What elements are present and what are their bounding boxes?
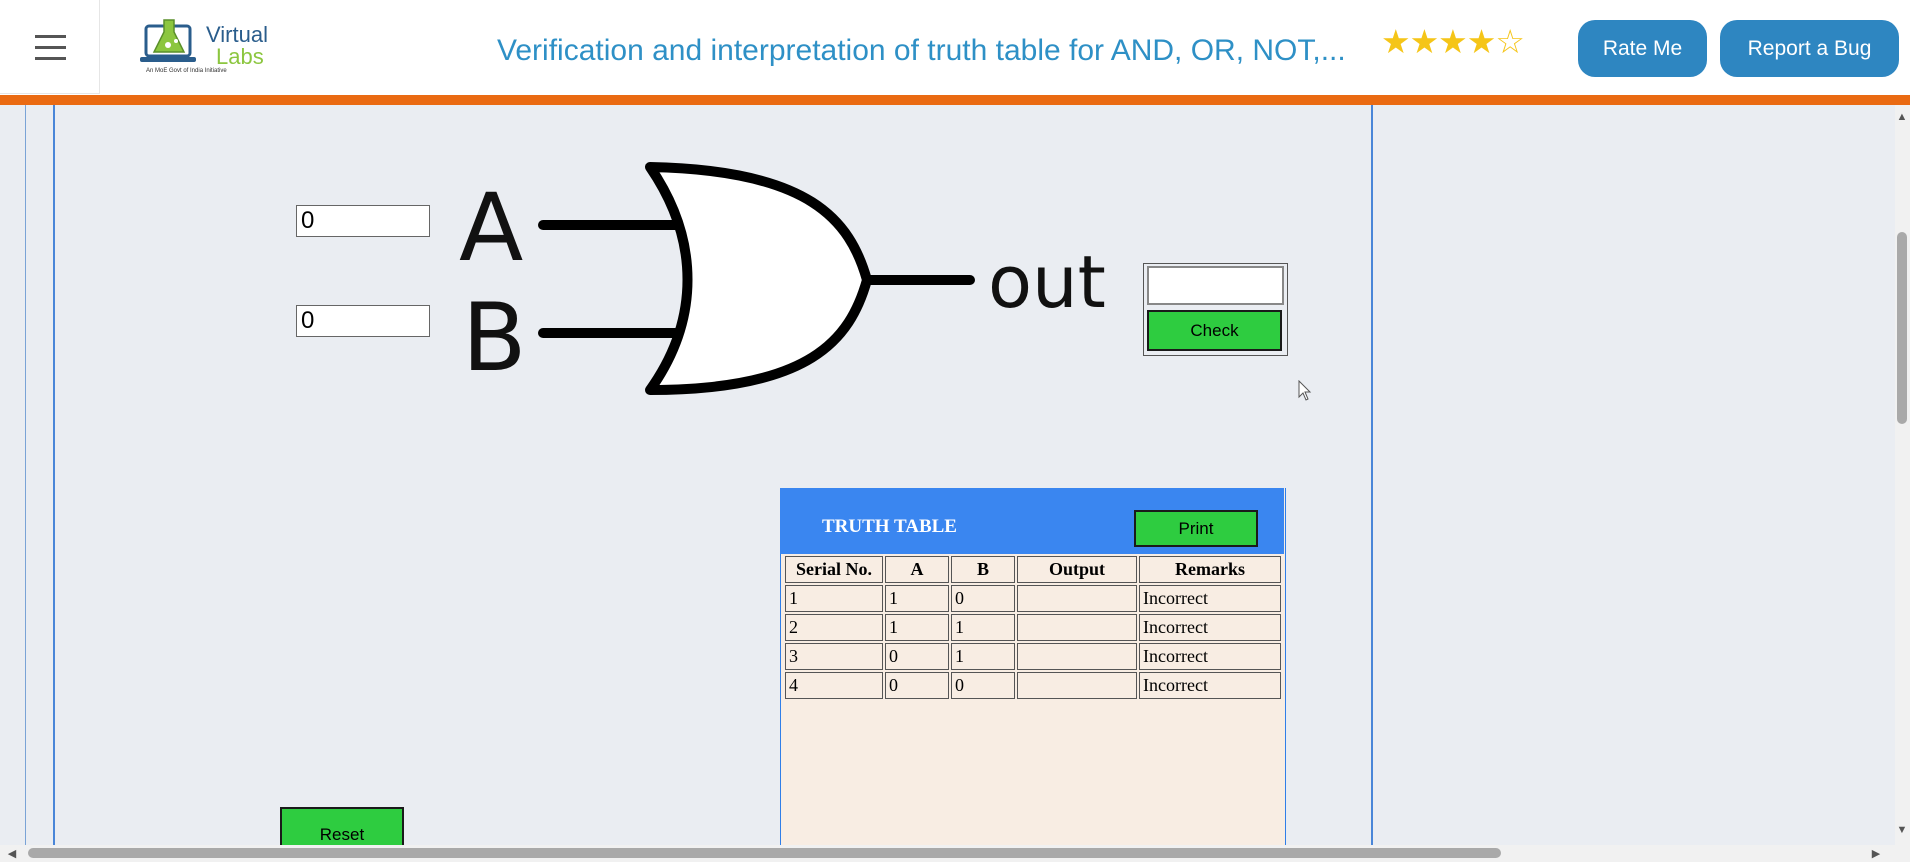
vertical-scroll-thumb[interactable] [1897,232,1907,424]
cell-remarks: Incorrect [1139,614,1281,641]
col-a: A [885,556,949,583]
logo-text-labs: Labs [216,44,264,69]
cell-a: 1 [885,585,949,612]
horizontal-scroll-thumb[interactable] [28,848,1501,858]
cell-b: 1 [951,614,1015,641]
cell-a: 0 [885,643,949,670]
cell-a: 1 [885,614,949,641]
or-gate-diagram: A B out [459,162,1106,395]
cell-serial: 3 [785,643,883,670]
print-button[interactable]: Print [1134,510,1258,547]
gate-label-a: A [459,174,523,283]
empty-star-icon: ☆ [1495,23,1525,60]
cell-output [1017,672,1137,699]
report-bug-button[interactable]: Report a Bug [1720,20,1899,77]
rate-me-button[interactable]: Rate Me [1578,20,1707,77]
cell-remarks: Incorrect [1139,585,1281,612]
table-row: 2 1 1 Incorrect [785,614,1281,641]
scroll-left-arrow-icon[interactable]: ◀ [6,847,18,860]
cell-remarks: Incorrect [1139,672,1281,699]
reset-button[interactable]: Reset [280,807,404,847]
vertical-scrollbar[interactable] [1895,105,1910,845]
cell-serial: 1 [785,585,883,612]
check-button[interactable]: Check [1147,310,1282,351]
col-b: B [951,556,1015,583]
cell-remarks: Incorrect [1139,643,1281,670]
cell-serial: 2 [785,614,883,641]
cell-output [1017,643,1137,670]
scroll-up-arrow-icon[interactable]: ▲ [1896,111,1908,123]
truth-table: Serial No. A B Output Remarks 1 1 0 Inco… [783,554,1283,701]
gate-label-b: B [462,284,527,393]
rating-stars[interactable]: ★★★★☆ [1381,22,1525,61]
col-serial-no: Serial No. [785,556,883,583]
cell-b: 1 [951,643,1015,670]
cell-b: 0 [951,672,1015,699]
cell-output [1017,614,1137,641]
cell-output [1017,585,1137,612]
frame-border [25,105,26,845]
table-row: 4 0 0 Incorrect [785,672,1281,699]
input-b-field[interactable]: 0 [296,305,430,337]
input-a-field[interactable]: 0 [296,205,430,237]
virtual-labs-logo[interactable]: Virtual Labs An MoE Govt of India Initia… [136,14,268,80]
output-field[interactable] [1147,266,1284,305]
col-remarks: Remarks [1139,556,1281,583]
table-row: 1 1 0 Incorrect [785,585,1281,612]
or-gate-icon [645,162,872,395]
page-title: Verification and interpretation of truth… [497,34,1346,67]
mouse-cursor-icon [1298,380,1312,401]
truth-table-title: TRUTH TABLE [822,516,957,537]
table-header-row: Serial No. A B Output Remarks [785,556,1281,583]
scroll-right-arrow-icon[interactable]: ▶ [1870,847,1882,860]
col-output: Output [1017,556,1137,583]
flask-logo-icon [140,19,196,62]
logo-tagline: An MoE Govt of India Initiative [146,68,227,74]
cell-serial: 4 [785,672,883,699]
header-accent-bar [0,95,1910,105]
scroll-down-arrow-icon[interactable]: ▼ [1896,824,1908,836]
cell-a: 0 [885,672,949,699]
hamburger-menu-icon[interactable] [0,0,100,94]
gate-label-out: out [988,240,1106,324]
table-row: 3 0 1 Incorrect [785,643,1281,670]
filled-stars-icon: ★★★★ [1381,23,1496,60]
cell-b: 0 [951,585,1015,612]
